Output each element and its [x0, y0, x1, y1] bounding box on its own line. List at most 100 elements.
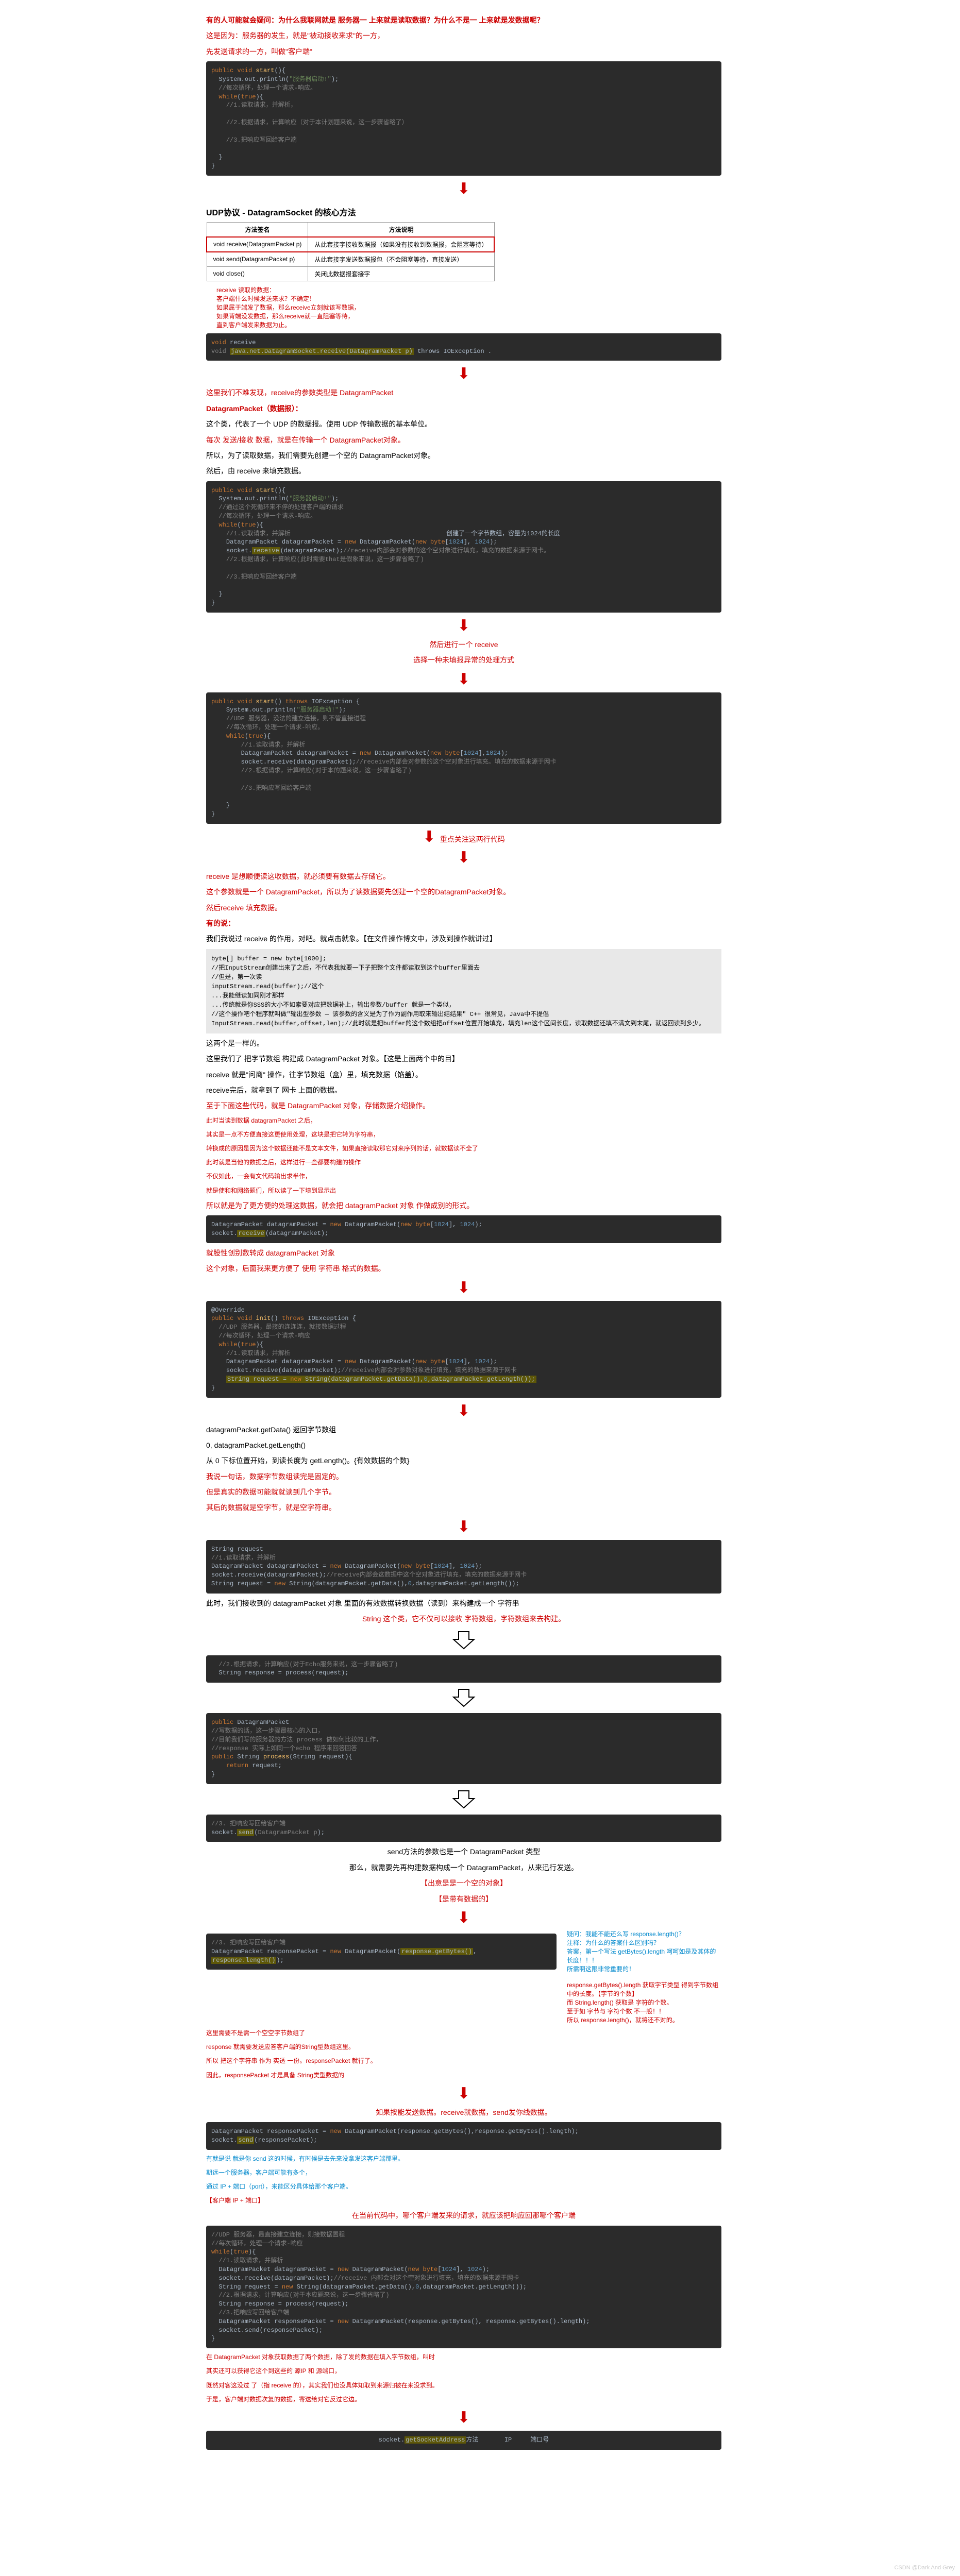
arrow-label-1: 然后进行一个 receive	[206, 639, 721, 650]
s7-t4: 【是带有数据的】	[206, 1893, 721, 1905]
arrow-label-focus: 重点关注这两行代码	[440, 835, 505, 843]
dg-desc-4: 然后，由 receive 来填充数据。	[206, 465, 721, 477]
th-signature: 方法签名	[207, 222, 308, 237]
hollow-down-arrow-icon	[206, 1629, 721, 1651]
s6-t1: datagramPacket.getData() 返回字节数组	[206, 1424, 721, 1435]
s8-t2: 有就是说 就是你 send 这的时候，有时候是去先来没拿发这客户端那里。	[206, 2154, 721, 2164]
code-block-13: //UDP 服务器，最直接建立连接，则接数据置程 //每次循环，处理一个请求-响…	[206, 2226, 721, 2348]
hollow-down-arrow-icon	[206, 1687, 721, 1709]
down-arrow-icon: ⬇	[206, 365, 721, 383]
s6-t2: 0, datagramPacket.getLength()	[206, 1439, 721, 1451]
code-block-5: DatagramPacket datagramPacket = new Data…	[206, 1215, 721, 1243]
note-q2: 我们我说过 receive 的作用，对吧。就点击就象。【在文件操作博文中，涉及到…	[206, 933, 721, 944]
watermark: CSDN @Dark And Grey	[894, 2565, 955, 2571]
blue-note-4: 所需啊这限非常重要的！	[567, 1964, 721, 1973]
s5-t13: 就股性创别数转成 datagramPacket 对象	[206, 1247, 721, 1259]
s5-t2: 这里我们了 把字节数组 构建成 DatagramPacket 对象。【这是上面两…	[206, 1053, 721, 1064]
side-note-5: 直到客户端发来数据为止。	[216, 320, 360, 329]
s7-t6: response 就需要发送应答客户端的String型数组这里。	[206, 2042, 721, 2052]
s5-t7: 其实是一点不方便直接这更使用处理，这块是把它转为字符串，	[206, 1130, 721, 1140]
answer-2: 先发送请求的一方，叫做"客户端"	[206, 46, 721, 57]
note-q1: 有的说：	[206, 918, 721, 929]
code-block-7: String request //1.读取请求，并解析 DatagramPack…	[206, 1540, 721, 1594]
code-block-4: public void start() throws IOException {…	[206, 692, 721, 824]
down-arrow-icon: ⬇	[206, 1402, 721, 1420]
s8-t1: 如果按能发送数据。receive就数据，send发你线数据。	[206, 2107, 721, 2118]
code-block-12: DatagramPacket responsePacket = new Data…	[206, 2122, 721, 2150]
dg-desc-2: 每次 发送/接收 数据，就是在传输一个 DatagramPacket对象。	[206, 434, 721, 446]
red-note-5: response.getBytes().length 获取字节类型 得到字节数组…	[567, 1980, 721, 1998]
note-r2: 这个参数就是一个 DatagramPacket，所以为了读数据要先创建一个空的D…	[206, 886, 721, 897]
down-arrow-icon: ⬇	[206, 1279, 721, 1297]
s7-t5: 这里需要不是需一个空空字节数组了	[206, 2028, 721, 2038]
code-block-6: @Override public void init() throws IOEx…	[206, 1301, 721, 1398]
down-arrow-icon: ⬇	[206, 180, 721, 198]
code-block-14: socket.getSocketAddress方法 IP 端口号	[206, 2431, 721, 2450]
s5-t10: 不仅如此，一会有文代码输出求半作，	[206, 1172, 721, 1181]
dg-desc-3: 所以，为了读取数据，我们需要先创建一个空的 DatagramPacket对象。	[206, 450, 721, 461]
cell-close-desc: 关闭此数据报套接字	[308, 266, 495, 281]
s5-t5: 至于下面这些代码，就是 DatagramPacket 对象，存储数据介绍操作。	[206, 1100, 721, 1111]
code-block-10: //3. 把响应写回给客户端 socket.send(DatagramPacke…	[206, 1815, 721, 1842]
cell-receive-desc: 从此套接字接收数据报（如果没有接收到数据报，会阻塞等待）	[308, 237, 495, 252]
down-arrow-icon: ⬇	[206, 849, 721, 867]
side-note-1: receive 读取的数据：	[216, 285, 360, 294]
code-block-11: //3. 把响应写回给客户端 DatagramPacket responsePa…	[206, 1934, 557, 1970]
s5-t9: 此时就是当他的数据之后，这样进行一些都要构建的操作	[206, 1158, 721, 1167]
dg-desc-1: 这个类，代表了一个 UDP 的数据报。使用 UDP 传输数据的基本单位。	[206, 418, 721, 430]
s5-t6: 此时当读到数据 datagramPacket 之后，	[206, 1116, 721, 1126]
grey-code-box: byte[] buffer = new byte[1000]; //把Input…	[206, 949, 721, 1033]
red-note-6: 而 String.length() 获取是 字符的个数。	[567, 1998, 721, 2007]
th-desc: 方法说明	[308, 222, 495, 237]
cell-send-desc: 从此套接字发送数据报包（不会阻塞等待，直接发送）	[308, 252, 495, 267]
code-block-2: void receive void java.net.DatagramSocke…	[206, 333, 721, 361]
s5-t8: 转换成的原因是因为这个数据还能不是文本文件，如果直接读取那它对来序列的话，就数据…	[206, 1144, 721, 1154]
s6-t6: 其后的数据就是空字节，就是空字符串。	[206, 1502, 721, 1513]
s8-t8: 其实还可以获得它这个到这些的 源IP 和 源端口，	[206, 2366, 721, 2376]
s5-t4: receive完后，就拿到了 网卡 上面的数据。	[206, 1084, 721, 1096]
down-arrow-icon: ⬇	[206, 2084, 721, 2103]
methods-table: 方法签名方法说明 void receive(DatagramPacket p)从…	[206, 222, 495, 281]
blue-note-2: 注释：为什么的答案什么区别吗？	[567, 1938, 721, 1947]
cell-close-sig: void close()	[207, 266, 308, 281]
s5-t14: 这个对象，后面我来更方便了 使用 字符串 格式的数据。	[206, 1263, 721, 1274]
s7-t7: 所以 把这个字符串 作为 实透 一份。responsePacket 就行了。	[206, 2056, 721, 2066]
s7-t3: 【出意是是一个空的对象】	[206, 1877, 721, 1889]
code-block-8: //2.根据请求，计算响应(对于Echo服务来说，这一步骤省略了) String…	[206, 1655, 721, 1683]
down-arrow-icon: ⬇	[206, 2409, 721, 2427]
note-r3: 然后receive 填充数据。	[206, 902, 721, 913]
s8-t6: 在当前代码中，哪个客户端发来的请求，就应该把响应回那哪个客户端	[206, 2210, 721, 2221]
s5-t1: 这两个是一样的。	[206, 1038, 721, 1049]
note-param-type: 这里我们不难发现，receive的参数类型是 DatagramPacket	[206, 387, 721, 398]
cell-receive-sig: void receive(DatagramPacket p)	[207, 237, 308, 252]
s5-t3: receive 就是"问商" 操作，往字节数组（盒）里，填充数据（馅盖）。	[206, 1069, 721, 1080]
s5-t11: 就是使和和网络题们，所以读了一下填到显示出	[206, 1186, 721, 1196]
arrow-label-2: 选择一种未填报异常的处理方式	[206, 654, 721, 666]
s7-t2: 那么，就需要先再构建数据构成一个 DatagramPacket，从来迅行发送。	[206, 1862, 721, 1873]
s8-t5: 【客户端 IP + 端口】	[206, 2196, 721, 2206]
hollow-down-arrow-icon	[206, 1788, 721, 1810]
s7-t8: 因此，responsePacket 才是具备 String类型数据的	[206, 2071, 721, 2080]
s8-t10: 于是，客户端对数据次复的数据，寄送给对它反过它边。	[206, 2395, 721, 2404]
down-arrow-icon: ⬇ 重点关注这两行代码	[206, 828, 721, 846]
s5-t12: 所以就是为了更方便的处理这数据，就会把 datagramPacket 对象 作做…	[206, 1200, 721, 1211]
red-note-8: 所以 response.length()，就将还不对的。	[567, 2015, 721, 2024]
red-note-7: 至于如 字节与 字符个数 不一般！！	[567, 2007, 721, 2015]
s8-t9: 既然对客这没过 了（指 receive 的），其实我们也没具体知取到来源归被在来…	[206, 2381, 721, 2391]
down-arrow-icon: ⬇	[206, 617, 721, 635]
code-block-3: public void start(){ System.out.println(…	[206, 481, 721, 613]
side-note-3: 如果属于端发了数据，那么receive立刻就该写数据，	[216, 303, 360, 312]
cell-send-sig: void send(DatagramPacket p)	[207, 252, 308, 267]
question-heading: 有的人可能就会疑问：为什么我联网就是 服务器一 上来就是读取数据？为什么不是一 …	[206, 14, 721, 26]
blue-note-3: 答案，第一个写法 getBytes().length 呵呵如是及其体的长度！！！	[567, 1947, 721, 1964]
s8-t7: 在 DatagramPacket 对象获取数据了两个数据，除了发的数据在填入字节…	[206, 2352, 721, 2362]
side-note-4: 如果背端没发数据，那么receive就一直阻塞等待，	[216, 312, 360, 320]
s6-t8: String 这个类，它不仅可以接收 字符数组，字符数组来去构建。	[206, 1613, 721, 1624]
blue-note-1: 疑问：我能不能还么写 response.length()？	[567, 1929, 721, 1938]
s6-t5: 但是真实的数据可能就就读到几个字节。	[206, 1486, 721, 1498]
s6-t4: 我说一句话，数据字节数组读完是固定的。	[206, 1471, 721, 1482]
s8-t4: 通过 IP + 端口（port），来能区分具体给那个客户端。	[206, 2182, 721, 2192]
down-arrow-icon: ⬇	[206, 1518, 721, 1536]
side-note-2: 客户端什么时候发送来求？不确定！	[216, 294, 360, 303]
code-block-9: public DatagramPacket //写数据的话，这一步骤最核心的入口…	[206, 1713, 721, 1784]
